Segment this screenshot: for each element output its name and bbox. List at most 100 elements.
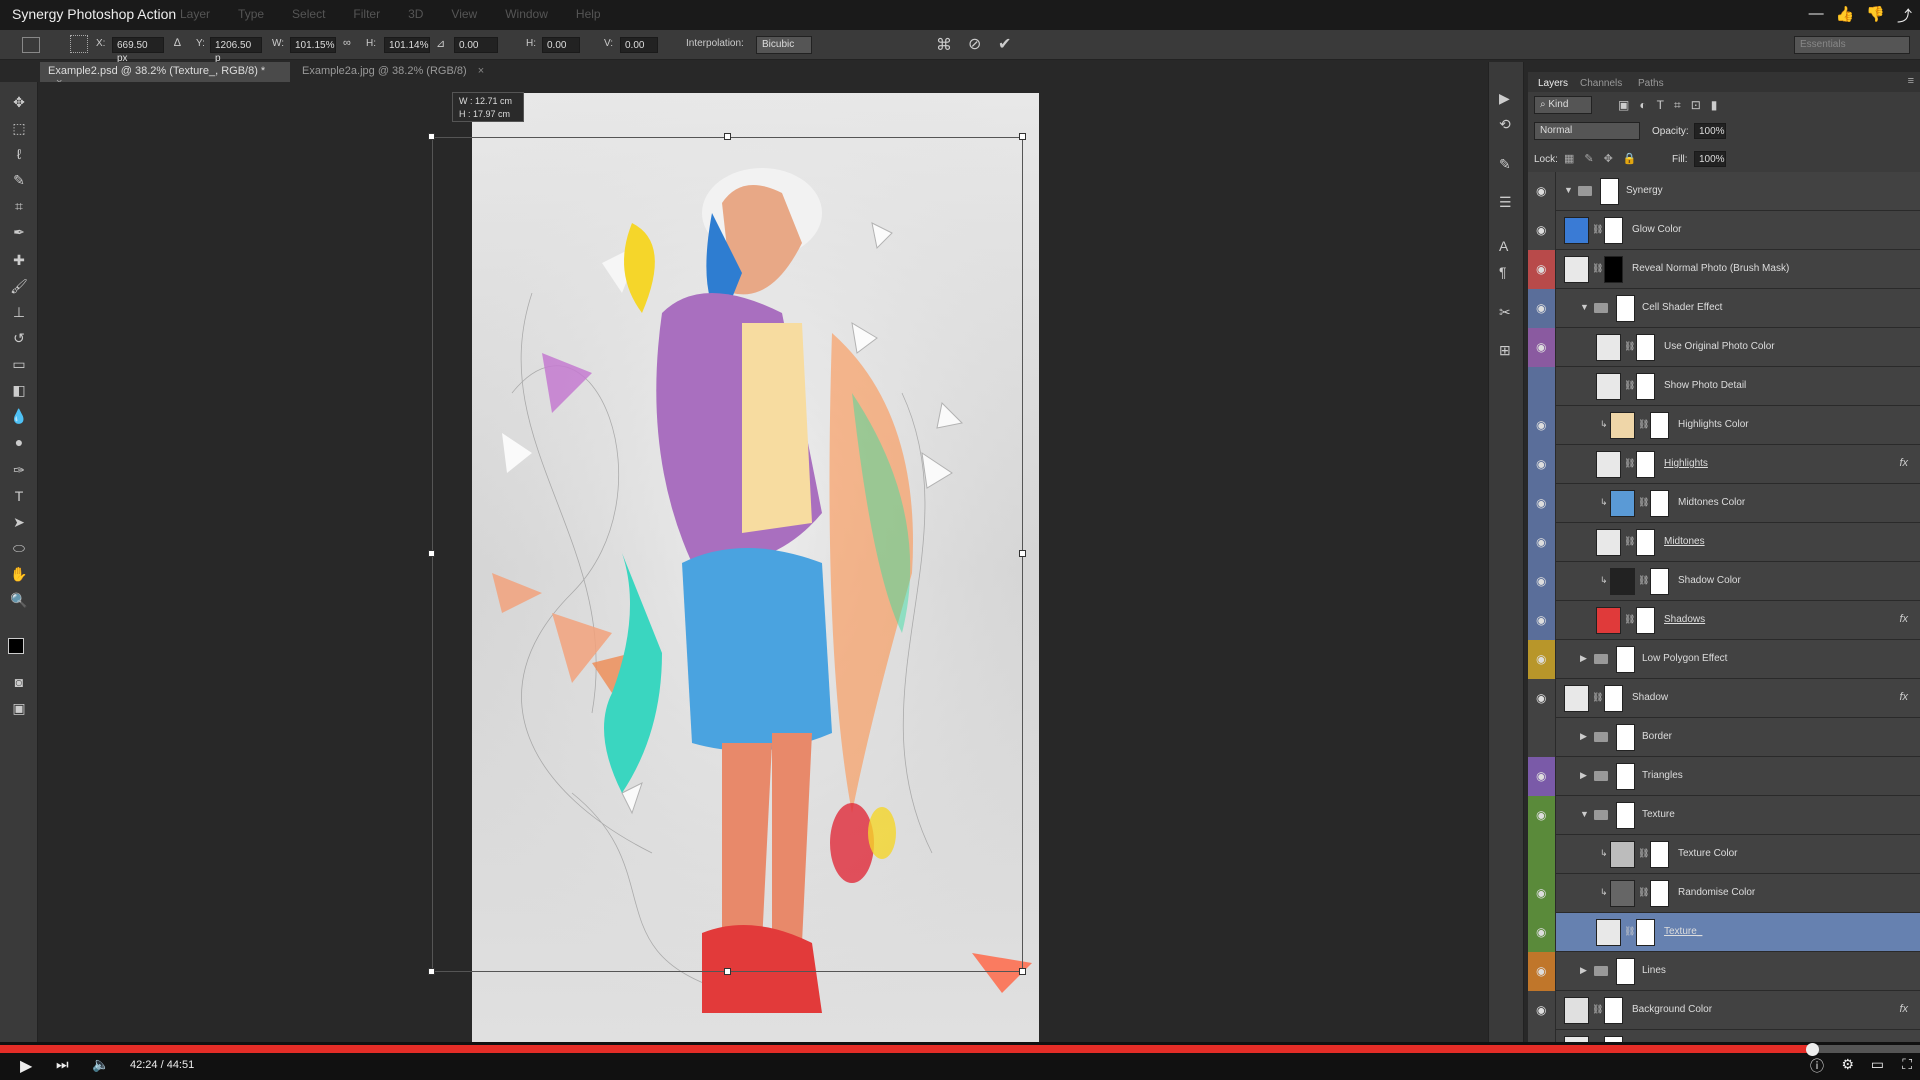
reference-point-icon[interactable] [70, 35, 88, 53]
layer-name[interactable]: Texture Color [1678, 848, 1737, 859]
layer-name[interactable]: Glow Color [1632, 224, 1681, 235]
delta-icon[interactable]: ∆ [174, 37, 181, 49]
layer-name[interactable]: Lines [1642, 965, 1666, 976]
menu-help[interactable]: Help [576, 7, 601, 21]
layer-name[interactable]: Texture [1642, 809, 1675, 820]
layer-row[interactable]: ◉ ⛓ Glow Color [1528, 211, 1920, 250]
brush-panel-icon[interactable]: ✎ [1499, 156, 1511, 173]
layer-thumbnail[interactable] [1610, 568, 1635, 595]
type-filter-icon[interactable]: T [1657, 98, 1664, 113]
layer-row[interactable]: ⛓ Show Photo Detail [1528, 367, 1920, 406]
mask-link-icon[interactable]: ⛓ [1624, 458, 1635, 469]
layer-name[interactable]: Randomise Color [1678, 887, 1755, 898]
layer-row[interactable]: ◉ ⛓ Shadows fx [1528, 601, 1920, 640]
layer-row[interactable]: ◉⛓Background [1528, 1030, 1920, 1042]
layer-name[interactable]: Highlights Color [1678, 419, 1749, 430]
visibility-toggle[interactable] [1528, 835, 1556, 874]
lasso-tool-icon[interactable]: ℓ [9, 144, 29, 164]
clone-source-icon[interactable]: ⊞ [1499, 342, 1511, 359]
mask-link-icon[interactable]: ⛓ [1592, 1004, 1603, 1015]
stamp-tool-icon[interactable]: ⊥ [9, 302, 29, 322]
visibility-toggle[interactable]: ◉ [1528, 562, 1556, 601]
fill-field[interactable]: 100% [1694, 151, 1726, 167]
character-icon[interactable]: A [1499, 238, 1508, 254]
minimize-icon[interactable]: — [1809, 5, 1824, 26]
width-field[interactable]: 101.15% [290, 37, 336, 53]
layer-name[interactable]: Shadow [1632, 692, 1668, 703]
layer-row[interactable]: ◉ ▼ Synergy [1528, 172, 1920, 211]
layer-thumbnail[interactable] [1610, 841, 1635, 868]
tab-paths[interactable]: Paths [1638, 78, 1664, 89]
visibility-toggle[interactable] [1528, 718, 1556, 757]
layer-mask-thumbnail[interactable] [1616, 295, 1635, 322]
transform-handle-r[interactable] [1019, 550, 1026, 557]
eyedropper-tool-icon[interactable]: ✒ [9, 222, 29, 242]
layer-thumbnail[interactable] [1596, 919, 1621, 946]
mask-link-icon[interactable]: ⛓ [1638, 497, 1649, 508]
type-tool-icon[interactable]: T [9, 486, 29, 506]
menu-select[interactable]: Select [292, 7, 325, 21]
layer-mask-thumbnail[interactable] [1650, 568, 1669, 595]
tab-example2-psd[interactable]: Example2.psd @ 38.2% (Texture_, RGB/8) *… [40, 62, 290, 89]
play-action-icon[interactable]: ▶ [1499, 90, 1510, 107]
blend-mode-select[interactable]: Normal [1534, 122, 1640, 140]
dislike-icon[interactable]: 👎 [1866, 5, 1885, 26]
transform-handle-tl[interactable] [428, 133, 435, 140]
group-expand-arrow-icon[interactable]: ▶ [1580, 770, 1587, 781]
marquee-tool-icon[interactable]: ⬚ [9, 118, 29, 138]
layer-thumbnail[interactable] [1610, 412, 1635, 439]
visibility-toggle[interactable]: ◉ [1528, 328, 1556, 367]
next-icon[interactable]: ⏭ [56, 1056, 69, 1073]
layer-mask-thumbnail[interactable] [1616, 724, 1635, 751]
visibility-toggle[interactable]: ◉ [1528, 523, 1556, 562]
opacity-field[interactable]: 100% [1694, 123, 1726, 139]
layer-thumbnail[interactable] [1610, 880, 1635, 907]
path-select-icon[interactable]: ➤ [9, 512, 29, 532]
transform-handle-br[interactable] [1019, 968, 1026, 975]
layer-row[interactable]: ▶ Border [1528, 718, 1920, 757]
layer-effects-icon[interactable]: fx [1899, 613, 1908, 625]
shape-filter-icon[interactable]: ⌗ [1674, 98, 1681, 113]
mask-link-icon[interactable]: ⛓ [1638, 848, 1649, 859]
layer-row[interactable]: ◉ ⛓ Midtones [1528, 523, 1920, 562]
layer-name[interactable]: Show Photo Detail [1664, 380, 1746, 391]
layer-row[interactable]: ◉ ↳ ⛓ Highlights Color [1528, 406, 1920, 445]
layer-row[interactable]: ◉ ▼ Texture [1528, 796, 1920, 835]
visibility-toggle[interactable]: ◉ [1528, 172, 1556, 211]
layer-name[interactable]: Background Color [1632, 1004, 1712, 1015]
layer-mask-thumbnail[interactable] [1604, 256, 1623, 283]
volume-icon[interactable]: 🔈 [92, 1056, 109, 1073]
transform-bounding-box[interactable] [432, 137, 1023, 972]
screen-mode-icon[interactable]: ▣ [9, 698, 29, 718]
group-expand-arrow-icon[interactable]: ▼ [1580, 302, 1589, 312]
history-icon[interactable]: ⟲ [1499, 116, 1511, 133]
mask-link-icon[interactable]: ⛓ [1638, 419, 1649, 430]
group-expand-arrow-icon[interactable]: ▼ [1564, 185, 1573, 195]
commit-transform-icon[interactable]: ✔ [998, 34, 1011, 54]
link-icon[interactable]: ∞ [343, 37, 351, 49]
visibility-toggle[interactable]: ◉ [1528, 796, 1556, 835]
layer-name[interactable]: Shadows [1664, 614, 1705, 625]
brush-tool-icon[interactable]: 🖌 [9, 276, 29, 296]
layer-mask-thumbnail[interactable] [1616, 646, 1635, 673]
layer-mask-thumbnail[interactable] [1650, 490, 1669, 517]
warp-icon[interactable]: ⌘ [936, 35, 952, 55]
transform-handle-b[interactable] [724, 968, 731, 975]
angle-field[interactable]: 0.00 [454, 37, 498, 53]
layer-row[interactable]: ◉ ⛓ Texture_ [1528, 913, 1920, 952]
layer-row[interactable]: ◉ ↳ ⛓ Randomise Color [1528, 874, 1920, 913]
layer-row[interactable]: ◉ ▶ Lines [1528, 952, 1920, 991]
mask-link-icon[interactable]: ⛓ [1592, 263, 1603, 274]
layer-thumbnail[interactable] [1596, 607, 1621, 634]
foreground-color-swatch[interactable] [8, 638, 24, 654]
layer-row[interactable]: ◉ ▼ Cell Shader Effect [1528, 289, 1920, 328]
lock-position-icon[interactable]: ✥ [1604, 152, 1613, 165]
layer-name[interactable]: Use Original Photo Color [1664, 341, 1775, 352]
annotations-icon[interactable]: ⓘ [1810, 1056, 1824, 1076]
shape-tool-icon[interactable]: ⬭ [9, 538, 29, 558]
layer-name[interactable]: Triangles [1642, 770, 1683, 781]
hskew-field[interactable]: 0.00 [542, 37, 580, 53]
layer-mask-thumbnail[interactable] [1604, 685, 1623, 712]
visibility-toggle[interactable]: ◉ [1528, 952, 1556, 991]
layer-thumbnail[interactable] [1596, 334, 1621, 361]
